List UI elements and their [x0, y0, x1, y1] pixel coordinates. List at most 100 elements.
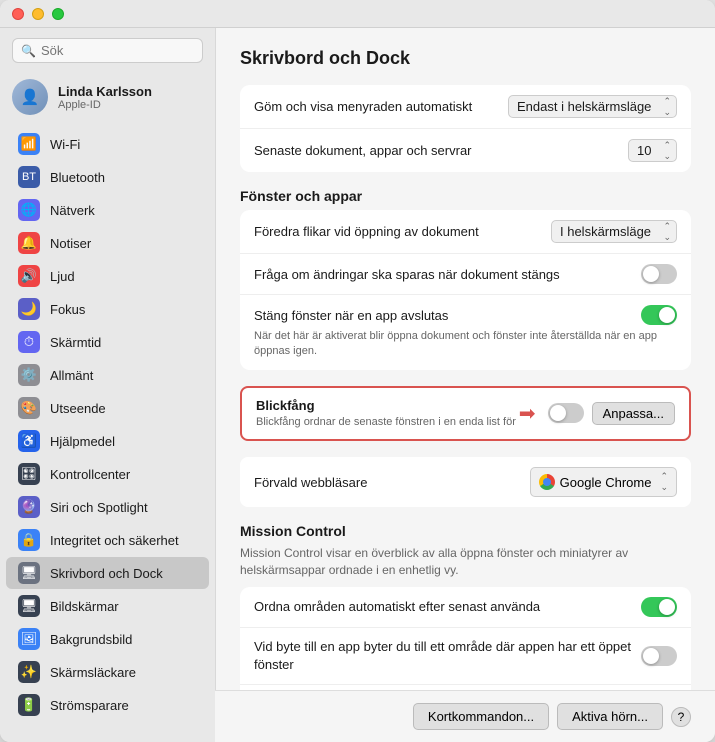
aktiva-horn-button[interactable]: Aktiva hörn...	[557, 703, 663, 730]
sidebar-label-bildskarm: Bildskärmar	[50, 599, 119, 614]
help-button[interactable]: ?	[671, 707, 691, 727]
user-info: Linda Karlsson Apple-ID	[58, 84, 152, 111]
sidebar-label-skrivbord: Skrivbord och Dock	[50, 566, 163, 581]
blickfang-top: Blickfång Blickfång ordnar de senaste fö…	[256, 398, 675, 429]
anpassa-button[interactable]: Anpassa...	[592, 402, 675, 425]
browser-select[interactable]: Google Chrome ⌃⌄	[530, 467, 677, 497]
recent-docs-row: Senaste dokument, appar och servrar 10 5…	[240, 128, 691, 172]
bakgrund-icon: 🖼	[18, 628, 40, 650]
sidebar-label-hjalpmedel: Hjälpmedel	[50, 434, 115, 449]
ordna-toggle[interactable]	[641, 597, 677, 617]
sidebar-item-fokus[interactable]: 🌙 Fokus	[6, 293, 209, 325]
fokus-icon: 🌙	[18, 298, 40, 320]
content-area: 🔍 👤 Linda Karlsson Apple-ID 📶 Wi-Fi	[0, 28, 715, 742]
fonster-group: Föredra flikar vid öppning av dokument I…	[240, 210, 691, 370]
search-input[interactable]	[41, 43, 194, 58]
fraga-label: Fråga om ändringar ska sparas när dokume…	[254, 267, 560, 282]
kortkommandon-button[interactable]: Kortkommandon...	[413, 703, 549, 730]
sidebar-item-kontroll[interactable]: 🎛 Kontrollcenter	[6, 458, 209, 490]
menubar-row: Göm och visa menyraden automatiskt Endas…	[240, 85, 691, 128]
sidebar-label-allman: Allmänt	[50, 368, 93, 383]
foredra-select-wrapper[interactable]: I helskärmsläge Alltid Manuellt ⌃⌄	[551, 220, 677, 243]
menubar-label: Göm och visa menyraden automatiskt	[254, 99, 472, 114]
avatar: 👤	[12, 79, 48, 115]
skarmtid-icon: ⏱	[18, 331, 40, 353]
search-icon: 🔍	[21, 44, 36, 58]
sidebar-item-natverk[interactable]: 🌐 Nätverk	[6, 194, 209, 226]
sidebar-item-skarmtid[interactable]: ⏱ Skärmtid	[6, 326, 209, 358]
utseende-icon: 🎨	[18, 397, 40, 419]
sidebar-item-bluetooth[interactable]: BT Bluetooth	[6, 161, 209, 193]
sidebar-item-allman[interactable]: ⚙️ Allmänt	[6, 359, 209, 391]
sidebar-nav: 📶 Wi-Fi BT Bluetooth 🌐 Nätverk 🔔 Notiser…	[0, 127, 215, 722]
sidebar-item-bildskarm[interactable]: 🖥 Bildskärmar	[6, 590, 209, 622]
sidebar-item-stromsparare[interactable]: 🔋 Strömsparare	[6, 689, 209, 721]
blickfang-label: Blickfång	[256, 398, 516, 413]
fraga-toggle[interactable]	[641, 264, 677, 284]
arrow-icon: ➡	[519, 401, 536, 426]
recent-docs-select[interactable]: 10 5 15 20	[628, 139, 677, 162]
stang-toggle[interactable]	[641, 305, 677, 325]
sidebar-label-natverk: Nätverk	[50, 203, 95, 218]
sidebar-item-wifi[interactable]: 📶 Wi-Fi	[6, 128, 209, 160]
sidebar-item-bakgrundsbild[interactable]: 🖼 Bakgrundsbild	[6, 623, 209, 655]
sidebar-item-hjalpmedel[interactable]: ♿ Hjälpmedel	[6, 425, 209, 457]
sidebar-label-kontroll: Kontrollcenter	[50, 467, 130, 482]
sidebar-item-integritet[interactable]: 🔒 Integritet och säkerhet	[6, 524, 209, 556]
notiser-icon: 🔔	[18, 232, 40, 254]
sidebar-item-utseende[interactable]: 🎨 Utseende	[6, 392, 209, 424]
stang-row: Stäng fönster när en app avslutas När de…	[240, 294, 691, 370]
sidebar-label-siri: Siri och Spotlight	[50, 500, 148, 515]
user-section[interactable]: 👤 Linda Karlsson Apple-ID	[0, 71, 215, 123]
bottom-bar: Kortkommandon... Aktiva hörn... ?	[215, 690, 715, 742]
sidebar-label-wifi: Wi-Fi	[50, 137, 80, 152]
close-button[interactable]	[12, 8, 24, 20]
ordna-row: Ordna områden automatiskt efter senast a…	[240, 587, 691, 627]
titlebar	[0, 0, 715, 28]
mission-control-desc: Mission Control visar en överblick av al…	[240, 545, 691, 579]
sidebar-label-notiser: Notiser	[50, 236, 91, 251]
bluetooth-icon: BT	[18, 166, 40, 188]
minimize-button[interactable]	[32, 8, 44, 20]
network-icon: 🌐	[18, 199, 40, 221]
sidebar-label-stromsparare: Strömsparare	[50, 698, 129, 713]
blickfang-row: Blickfång Blickfång ordnar de senaste fö…	[240, 386, 691, 441]
browser-row: Förvald webbläsare Google Chrome ⌃⌄	[240, 457, 691, 507]
foredra-select[interactable]: I helskärmsläge Alltid Manuellt	[551, 220, 677, 243]
main-content: Skrivbord och Dock Göm och visa menyrade…	[215, 28, 715, 690]
foredra-label: Föredra flikar vid öppning av dokument	[254, 224, 479, 239]
mission-control-group: Ordna områden automatiskt efter senast a…	[240, 587, 691, 690]
recent-docs-label: Senaste dokument, appar och servrar	[254, 143, 472, 158]
skrivbord-icon: 🖥	[18, 562, 40, 584]
ljud-icon: 🔊	[18, 265, 40, 287]
fonster-section-title: Fönster och appar	[240, 188, 691, 204]
siri-icon: 🔮	[18, 496, 40, 518]
user-name: Linda Karlsson	[58, 84, 152, 99]
recent-docs-select-wrapper[interactable]: 10 5 15 20 ⌃⌄	[628, 139, 677, 162]
sidebar-item-skrivbord[interactable]: 🖥 Skrivbord och Dock	[6, 557, 209, 589]
question-mark-icon: ?	[678, 710, 685, 724]
menubar-select[interactable]: Endast i helskärmsläge Alltid Aldrig	[508, 95, 677, 118]
top-settings-group: Göm och visa menyraden automatiskt Endas…	[240, 85, 691, 172]
sidebar-item-ljud[interactable]: 🔊 Ljud	[6, 260, 209, 292]
menubar-select-wrapper[interactable]: Endast i helskärmsläge Alltid Aldrig ⌃⌄	[508, 95, 677, 118]
hjalpmedel-icon: ♿	[18, 430, 40, 452]
stang-label: Stäng fönster när en app avslutas	[254, 308, 448, 323]
sidebar-label-bakgrundsbild: Bakgrundsbild	[50, 632, 132, 647]
blickfang-controls: ➡ Anpassa...	[519, 401, 675, 426]
sidebar-label-skarmtid: Skärmtid	[50, 335, 101, 350]
sidebar-item-notiser[interactable]: 🔔 Notiser	[6, 227, 209, 259]
browser-value-text: Google Chrome	[560, 475, 652, 490]
strom-icon: 🔋	[18, 694, 40, 716]
maximize-button[interactable]	[52, 8, 64, 20]
sidebar-label-skarmslackare: Skärmsläckare	[50, 665, 136, 680]
sidebar-label-ljud: Ljud	[50, 269, 75, 284]
vid-byte-toggle[interactable]	[641, 646, 677, 666]
sidebar-item-siri[interactable]: 🔮 Siri och Spotlight	[6, 491, 209, 523]
search-bar[interactable]: 🔍	[12, 38, 203, 63]
allman-icon: ⚙️	[18, 364, 40, 386]
blickfang-toggle[interactable]	[548, 403, 584, 423]
sidebar-item-skarmslackare[interactable]: ✨ Skärmsläckare	[6, 656, 209, 688]
mission-control-title: Mission Control	[240, 523, 691, 539]
page-title: Skrivbord och Dock	[240, 48, 691, 69]
